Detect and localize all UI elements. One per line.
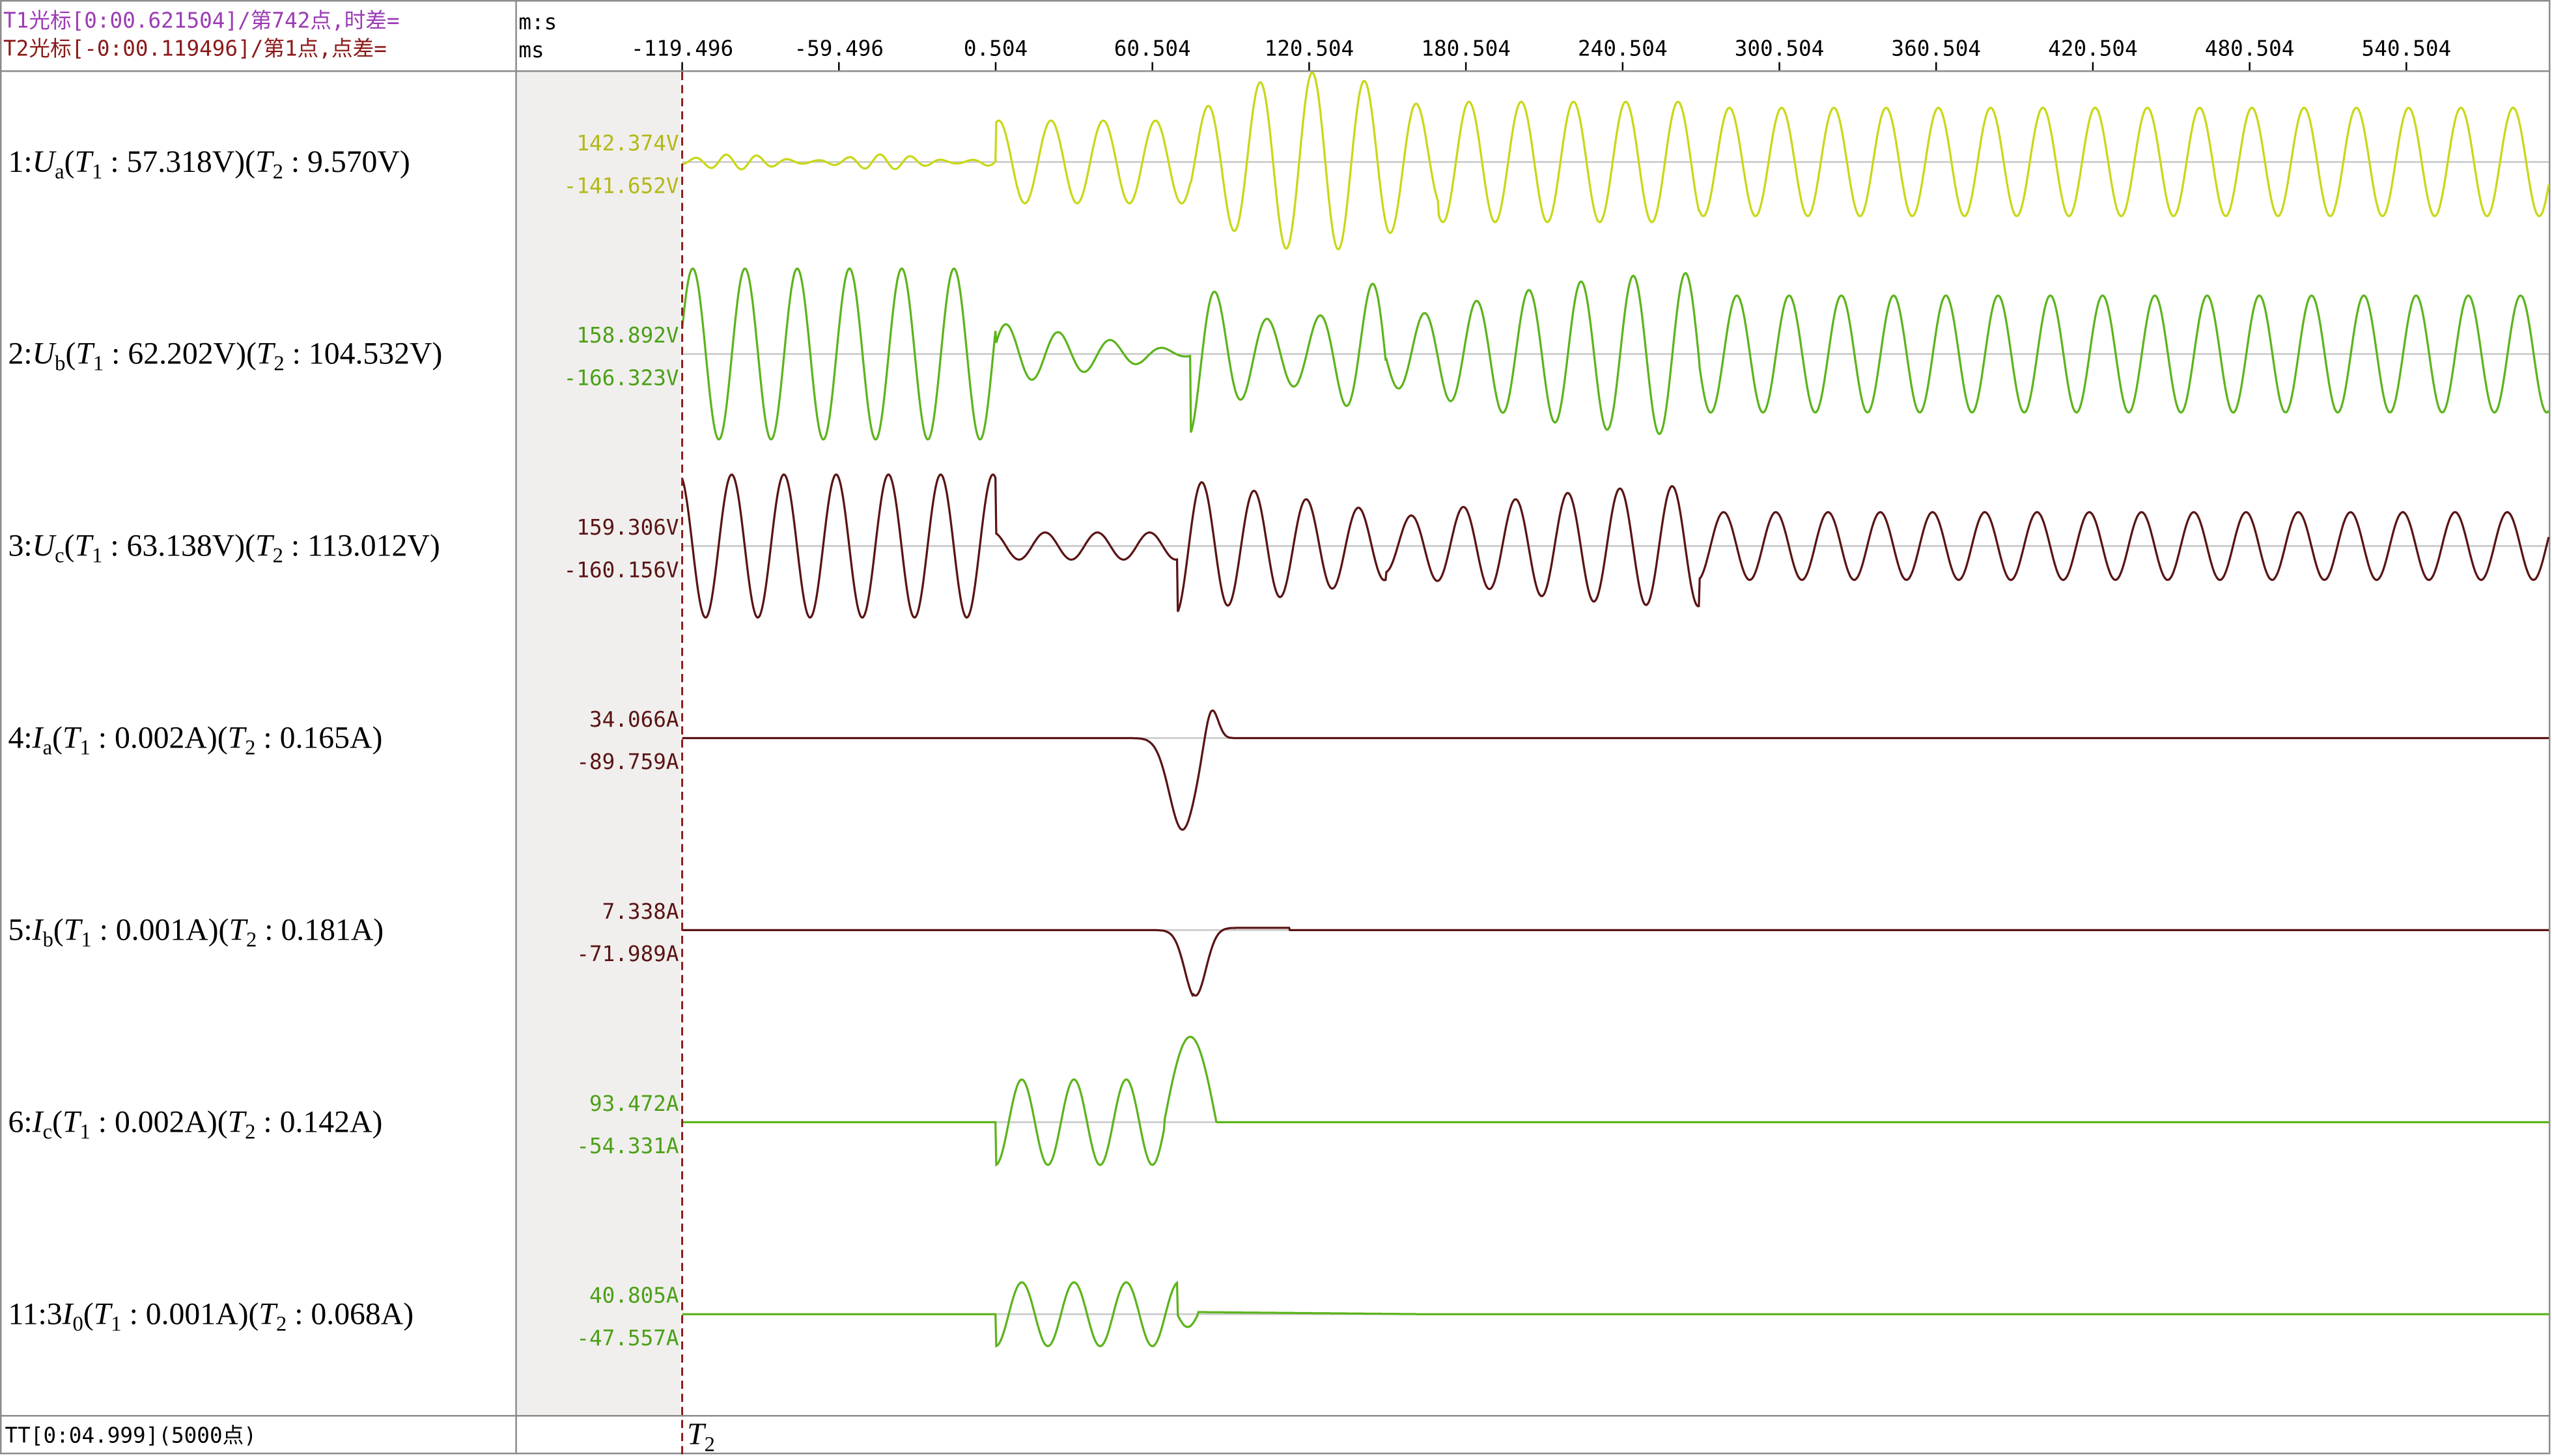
waveform-ua [682,71,2550,251]
time-tick-label: 480.504 [2205,36,2295,61]
channel-max-label: 142.374V [576,131,679,156]
delta-unit-label: ms [518,38,544,63]
t1-cursor-info: T1光标[0:00.621504]/第742点,时差= [3,8,400,33]
channel-max-label: 34.066A [589,707,679,732]
time-tick-label: 360.504 [1891,36,1981,61]
channel-max-label: 40.805A [589,1283,679,1308]
channel-min-label: -71.989A [576,942,679,966]
t2-cursor-tag: T2 [687,1417,715,1456]
time-tick-label: 120.504 [1265,36,1354,61]
cursor-lines[interactable] [681,72,2552,1455]
total-duration: TT[0:04.999](5000点) [5,1423,257,1448]
outer-border [0,0,2551,1455]
time-tick-label: 420.504 [2048,36,2138,61]
time-unit-label: m:s [518,10,557,35]
value-column-bg [516,72,681,1417]
time-tick-label: 300.504 [1735,36,1825,61]
channel-label-ia: 4:Ia(T1 : 0.002A)(T2 : 0.165A) [8,721,383,760]
channel-min-label: -166.323V [564,365,679,390]
channel-label-i0: 11:3I0(T1 : 0.001A)(T2 : 0.068A) [8,1296,414,1336]
channel-min-label: -141.652V [564,173,679,198]
waveform-i0 [682,1280,2549,1348]
channel-label-ic: 6:Ic(T1 : 0.002A)(T2 : 0.142A) [8,1104,383,1143]
time-tick-label: -119.496 [631,36,733,61]
channel-min-label: -54.331A [576,1134,679,1158]
time-tick-label: 240.504 [1578,36,1668,61]
time-axis: -119.496 -59.496 0.504 60.504 120.504 180.504… [631,36,2452,71]
cursor-tags: T2T1 [687,1417,715,1456]
channel-label-ua: 1:Ua(T1 : 57.318V)(T2 : 9.570V) [8,145,410,184]
channel-min-label: -160.156V [564,557,679,582]
time-tick-label: -59.496 [794,36,884,61]
waveform-canvas: T1光标[0:00.621504]/第742点,时差= T2光标[-0:00.1… [0,0,2552,1456]
channel-min-label: -89.759A [576,749,679,774]
channel-min-label: -47.557A [576,1326,679,1351]
channel-max-label: 93.472A [589,1091,679,1116]
channel-max-label: 159.306V [576,515,679,540]
time-tick-label: 540.504 [2362,36,2452,61]
channel-label-ib: 5:Ib(T1 : 0.001A)(T2 : 0.181A) [8,912,384,951]
t2-cursor-info: T2光标[-0:00.119496]/第1点,点差= [3,36,387,61]
time-tick-label: 60.504 [1114,36,1191,61]
channel-max-label: 158.892V [576,323,679,348]
channel-labels: 1:Ua(T1 : 57.318V)(T2 : 9.570V) 2:Ub(T1 :… [8,145,443,1336]
time-tick-label: 180.504 [1421,36,1511,61]
recorder-window: T1光标[0:00.621504]/第742点,时差= T2光标[-0:00.1… [0,0,2552,1456]
time-tick-label: 0.504 [964,36,1028,61]
waveform-ic [682,1035,2549,1167]
waveform-ia [682,709,2549,831]
channel-label-ub: 2:Ub(T1 : 62.202V)(T2 : 104.532V) [8,337,443,376]
channel-label-uc: 3:Uc(T1 : 63.138V)(T2 : 113.012V) [8,529,440,568]
channel-waveforms [680,71,2550,1348]
channel-max-label: 7.338A [602,899,679,924]
waveform-ib [682,927,2549,998]
